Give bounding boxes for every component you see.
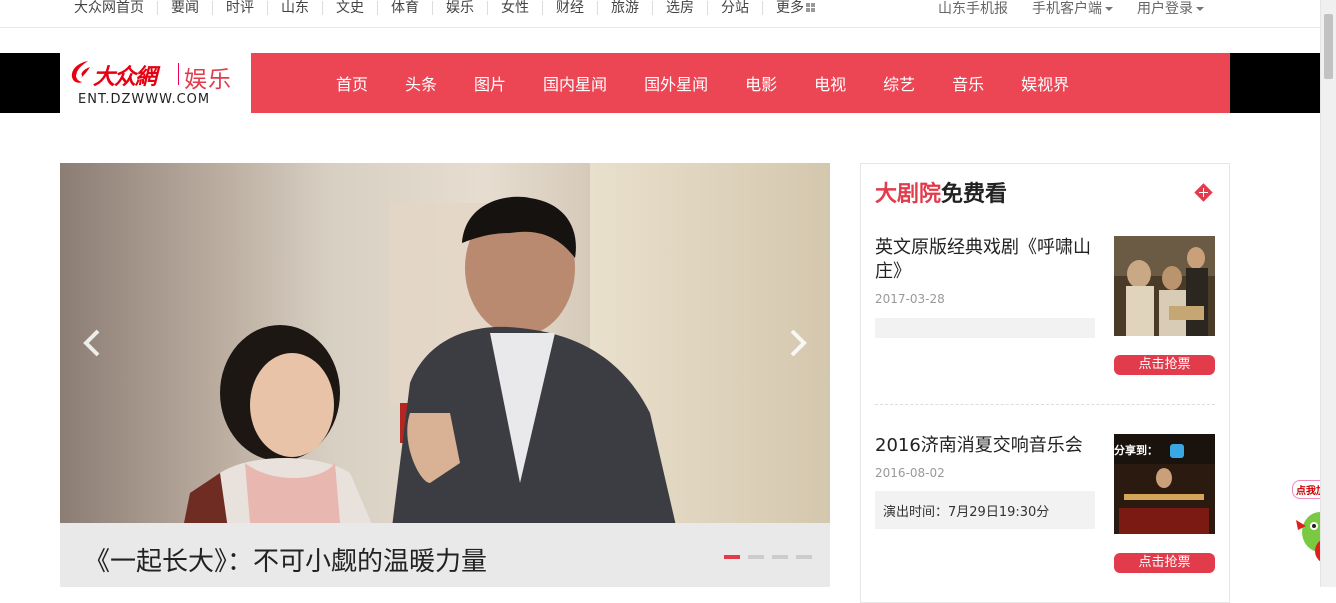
sidebar-title-black: 免费看 [941, 182, 1008, 207]
top-link-home[interactable]: 大众网首页 [62, 1, 157, 15]
slider-dot-4[interactable] [796, 555, 812, 559]
top-link-travel[interactable]: 旅游 [597, 1, 652, 15]
item-date: 2016-08-02 [875, 466, 945, 480]
item-date: 2017-03-28 [875, 292, 945, 306]
nav-item-movies[interactable]: 电影 [745, 71, 777, 95]
slider-caption-link[interactable]: 《一起长大》：不可小觑的温暖力量 [84, 541, 487, 578]
top-link-sports[interactable]: 体育 [377, 1, 432, 15]
top-link-culture[interactable]: 文史 [322, 1, 377, 15]
mobile-paper-link[interactable]: 山东手机报 [926, 0, 1020, 18]
slider-dots [724, 555, 812, 559]
nav-item-home[interactable]: 首页 [336, 71, 368, 95]
logo-brand-text: 大众網 [93, 64, 157, 90]
grid-icon [806, 3, 815, 12]
caret-down-icon [1196, 7, 1204, 11]
top-link-more[interactable]: 更多 [762, 1, 828, 15]
nav-item-headlines[interactable]: 头条 [405, 71, 437, 95]
caret-down-icon [1105, 7, 1113, 11]
item-title-link[interactable]: 英文原版经典戏剧《呼啸山庄》 [875, 236, 1100, 284]
slider-dot-2[interactable] [748, 555, 764, 559]
theater-sidebar: 大剧院免费看 英文原版经典戏剧《呼啸山庄》 2017-03-28 点击抢票 20… [860, 163, 1230, 603]
top-link-shandong[interactable]: 山东 [267, 1, 322, 15]
nav-item-photos[interactable]: 图片 [474, 71, 506, 95]
site-logo[interactable]: 大众網 娱乐 ENT.DZWWW.COM [60, 53, 251, 113]
mobile-client-dropdown[interactable]: 手机客户端 [1020, 0, 1125, 18]
top-link-finance[interactable]: 财经 [542, 1, 597, 15]
top-link-commentary[interactable]: 时评 [212, 1, 267, 15]
grab-ticket-button[interactable]: 点击抢票 [1114, 553, 1215, 573]
nav-item-tv[interactable]: 电视 [814, 71, 846, 95]
featured-slider: 《一起长大》：不可小觑的温暖力量 [60, 163, 830, 587]
top-link-news[interactable]: 要闻 [157, 1, 212, 15]
top-link-branches[interactable]: 分站 [707, 1, 762, 15]
main-nav: 首页 头条 图片 国内星闻 国外星闻 电影 电视 综艺 音乐 娱视界 [251, 53, 1230, 113]
user-login-dropdown[interactable]: 用户登录 [1125, 0, 1216, 18]
share-icon[interactable] [1170, 444, 1184, 458]
sidebar-title-red: 大剧院 [875, 182, 942, 207]
top-link-entertainment[interactable]: 娱乐 [432, 1, 487, 15]
share-label: 分享到： [1114, 444, 1158, 457]
slider-dot-1[interactable] [724, 555, 740, 559]
mobile-client-label: 手机客户端 [1032, 1, 1102, 17]
top-link-housing[interactable]: 选房 [652, 1, 707, 15]
page-scrollbar[interactable] [1320, 0, 1336, 587]
concert-poster-art [1114, 464, 1215, 534]
nav-item-music[interactable]: 音乐 [952, 71, 984, 95]
nav-item-video[interactable]: 娱视界 [1021, 71, 1069, 95]
top-right-links: 山东手机报 手机客户端 用户登录 [926, 0, 1216, 19]
site-header: 大众網 娱乐 ENT.DZWWW.COM 首页 头条 图片 国内星闻 国外星闻 … [0, 53, 1320, 113]
slider-dot-3[interactable] [772, 555, 788, 559]
item-divider [875, 404, 1215, 405]
featured-photo[interactable] [60, 163, 830, 543]
chevron-right-icon [790, 329, 807, 357]
item-thumbnail[interactable] [1114, 236, 1215, 336]
item-title-link[interactable]: 2016济南消夏交响音乐会 [875, 434, 1105, 458]
chevron-left-icon [83, 329, 100, 357]
top-link-more-label: 更多 [776, 0, 804, 16]
logo-separator [178, 63, 179, 85]
sidebar-title: 大剧院免费看 [875, 176, 1007, 208]
slider-prev-button[interactable] [78, 323, 108, 363]
nav-item-domestic-stars[interactable]: 国内星闻 [543, 71, 607, 95]
logo-url-text: ENT.DZWWW.COM [78, 92, 211, 107]
top-link-women[interactable]: 女性 [487, 1, 542, 15]
user-login-label: 用户登录 [1137, 1, 1193, 17]
slider-next-button[interactable] [782, 323, 812, 363]
nav-item-variety[interactable]: 综艺 [883, 71, 915, 95]
flame-logo-icon [71, 61, 90, 83]
scrollbar-thumb[interactable] [1324, 14, 1333, 79]
more-plus-icon[interactable] [1194, 183, 1213, 202]
grab-ticket-button[interactable]: 点击抢票 [1114, 355, 1215, 375]
top-links: 大众网首页 要闻 时评 山东 文史 体育 娱乐 女性 财经 旅游 选房 分站 更… [62, 0, 828, 19]
top-bar: 大众网首页 要闻 时评 山东 文史 体育 娱乐 女性 财经 旅游 选房 分站 更… [0, 0, 1320, 28]
logo-channel-text: 娱乐 [184, 67, 232, 93]
item-info-box [875, 318, 1095, 338]
photo-woman-figure [180, 325, 380, 543]
nav-item-foreign-stars[interactable]: 国外星闻 [644, 71, 708, 95]
item-info-box: 演出时间：7月29日19:30分 [875, 491, 1095, 529]
slider-caption: 《一起长大》：不可小觑的温暖力量 [60, 523, 830, 587]
photo-man-figure [390, 196, 680, 543]
item-thumbnail[interactable]: 分享到： [1114, 434, 1215, 534]
